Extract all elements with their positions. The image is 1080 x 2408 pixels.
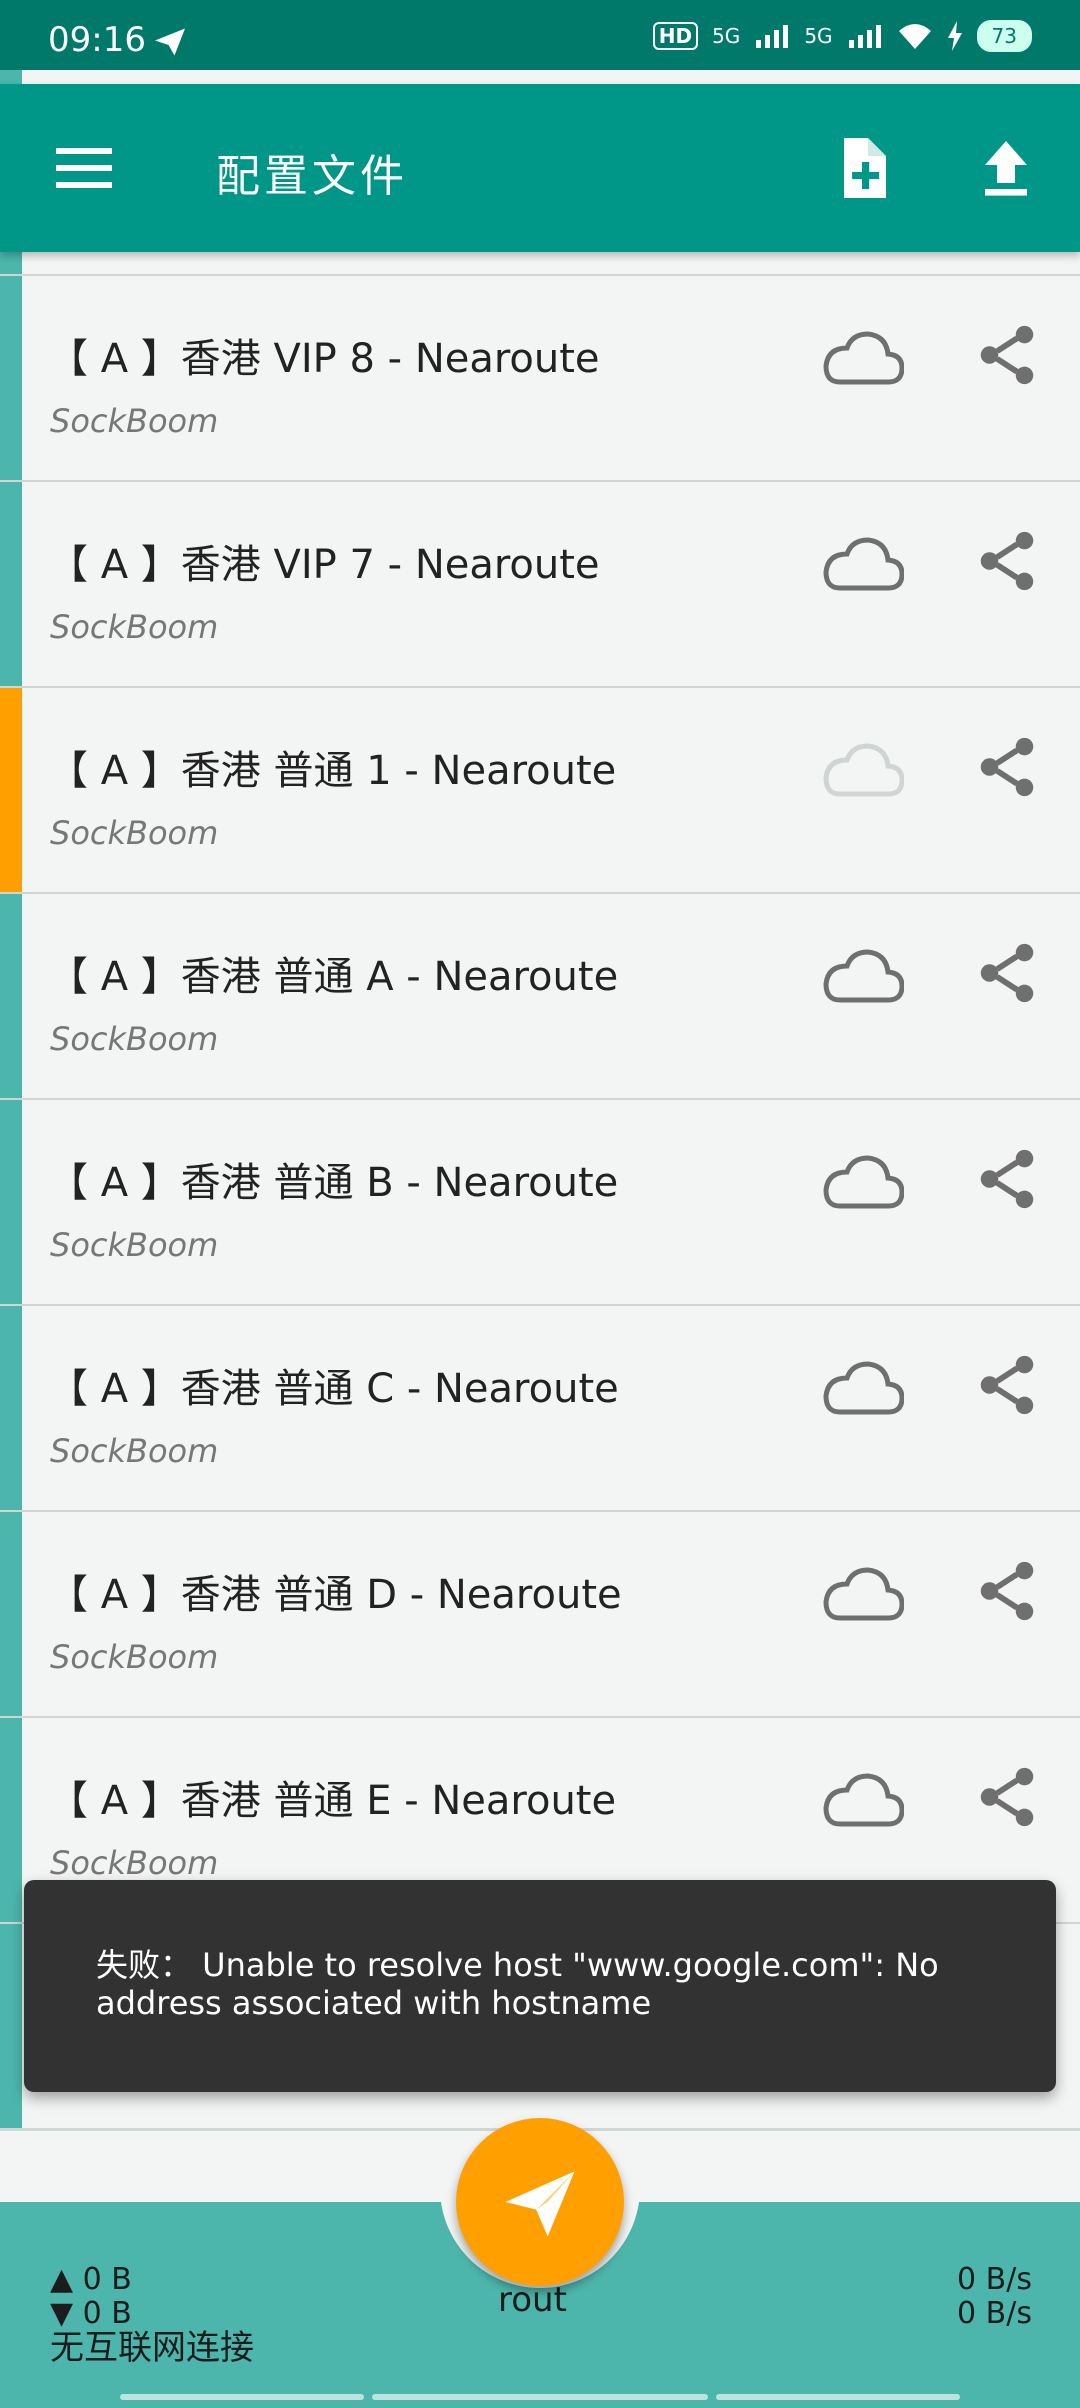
profile-indicator-bar	[0, 1924, 22, 2128]
profile-name: 【 A 】香港 普通 A - Nearoute	[48, 954, 619, 1000]
profile-provider: SockBoom	[50, 1226, 219, 1264]
share-icon[interactable]	[972, 320, 1042, 390]
signal-bars-icon	[756, 25, 789, 48]
share-icon[interactable]	[972, 1350, 1042, 1420]
profile-name: 【 A 】香港 VIP 8 - Nearoute	[48, 336, 600, 382]
app-bar: 配置文件	[0, 84, 1080, 252]
profile-provider: SockBoom	[50, 608, 219, 646]
share-icon[interactable]	[972, 526, 1042, 596]
share-icon[interactable]	[972, 1556, 1042, 1626]
telegram-icon	[155, 28, 185, 56]
cloud-icon[interactable]	[822, 740, 904, 800]
toast-message: 失败： Unable to resolve host "www.google.c…	[96, 1946, 939, 2022]
profile-provider: SockBoom	[50, 1020, 219, 1058]
profile-row[interactable]: 【 A 】香港 VIP 8 - Nearoute SockBoom	[0, 276, 1080, 483]
wifi-icon	[898, 24, 931, 49]
profile-provider: SockBoom	[50, 1432, 219, 1470]
profile-indicator-bar	[0, 1512, 22, 1716]
profile-name: 【 A 】香港 普通 C - Nearoute	[48, 1366, 619, 1412]
share-icon[interactable]	[972, 732, 1042, 802]
profile-indicator-bar	[0, 1100, 22, 1304]
cloud-icon[interactable]	[822, 1564, 904, 1624]
page-title: 配置文件	[216, 151, 408, 202]
menu-icon[interactable]	[56, 148, 112, 188]
profile-indicator-bar	[0, 1718, 22, 1922]
status-time: 09:16	[48, 20, 146, 60]
cloud-icon[interactable]	[822, 1358, 904, 1418]
profile-row[interactable]: 【 A 】香港 普通 B - Nearoute SockBoom	[0, 1100, 1080, 1307]
upload-icon[interactable]	[970, 132, 1042, 204]
connect-fab-button[interactable]	[456, 2118, 624, 2286]
status-icons: HD 5G 5G 73	[652, 20, 1032, 52]
upload-rate: 0 B/s	[957, 2262, 1032, 2297]
cloud-icon[interactable]	[822, 946, 904, 1006]
profile-indicator-bar	[0, 1306, 22, 1510]
share-icon[interactable]	[972, 1144, 1042, 1214]
signal-5g-1: 5G	[712, 24, 741, 48]
error-toast: 失败： Unable to resolve host "www.google.c…	[24, 1880, 1056, 2092]
nav-gesture-bar	[0, 2394, 1080, 2402]
hd-badge: HD	[652, 22, 699, 50]
share-icon[interactable]	[972, 938, 1042, 1008]
profile-provider: SockBoom	[50, 402, 219, 440]
profile-name: 【 A 】香港 VIP 7 - Nearoute	[48, 542, 600, 588]
cloud-icon[interactable]	[822, 1152, 904, 1212]
cloud-icon[interactable]	[822, 1770, 904, 1830]
profile-row[interactable]: 【 A 】香港 普通 D - Nearoute SockBoom	[0, 1512, 1080, 1719]
paper-plane-icon	[505, 2171, 575, 2237]
profile-indicator-bar	[0, 894, 22, 1098]
charging-icon	[947, 21, 962, 51]
add-file-icon[interactable]	[826, 132, 898, 204]
signal-5g-2: 5G	[804, 24, 833, 48]
route-label: rout	[498, 2280, 567, 2320]
connection-status[interactable]: 无互联网连接	[50, 2320, 254, 2369]
profile-indicator-bar	[0, 482, 22, 686]
battery-indicator: 73	[976, 20, 1032, 52]
profile-indicator-bar	[0, 276, 22, 480]
signal-bars-icon	[848, 25, 881, 48]
profile-name: 【 A 】香港 普通 D - Nearoute	[48, 1572, 622, 1618]
profile-indicator-bar	[0, 688, 22, 892]
download-rate: 0 B/s	[957, 2296, 1032, 2331]
share-icon[interactable]	[972, 1762, 1042, 1832]
profile-provider: SockBoom	[50, 814, 219, 852]
cloud-icon[interactable]	[822, 328, 904, 388]
profile-row[interactable]: 【 A 】香港 普通 C - Nearoute SockBoom	[0, 1306, 1080, 1513]
cloud-icon[interactable]	[822, 534, 904, 594]
profile-row[interactable]: 【 A 】香港 VIP 7 - Nearoute SockBoom	[0, 482, 1080, 689]
profile-provider: SockBoom	[50, 1638, 219, 1676]
profile-provider: SockBoom	[50, 1844, 219, 1882]
profile-row[interactable]: 【 A 】香港 普通 1 - Nearoute SockBoom	[0, 688, 1080, 895]
profile-row[interactable]: 【 A 】香港 普通 A - Nearoute SockBoom	[0, 894, 1080, 1101]
profile-name: 【 A 】香港 普通 E - Nearoute	[48, 1778, 617, 1824]
upload-total: ▲ 0 B	[50, 2262, 132, 2297]
profile-name: 【 A 】香港 普通 1 - Nearoute	[48, 748, 617, 794]
profile-name: 【 A 】香港 普通 B - Nearoute	[48, 1160, 619, 1206]
